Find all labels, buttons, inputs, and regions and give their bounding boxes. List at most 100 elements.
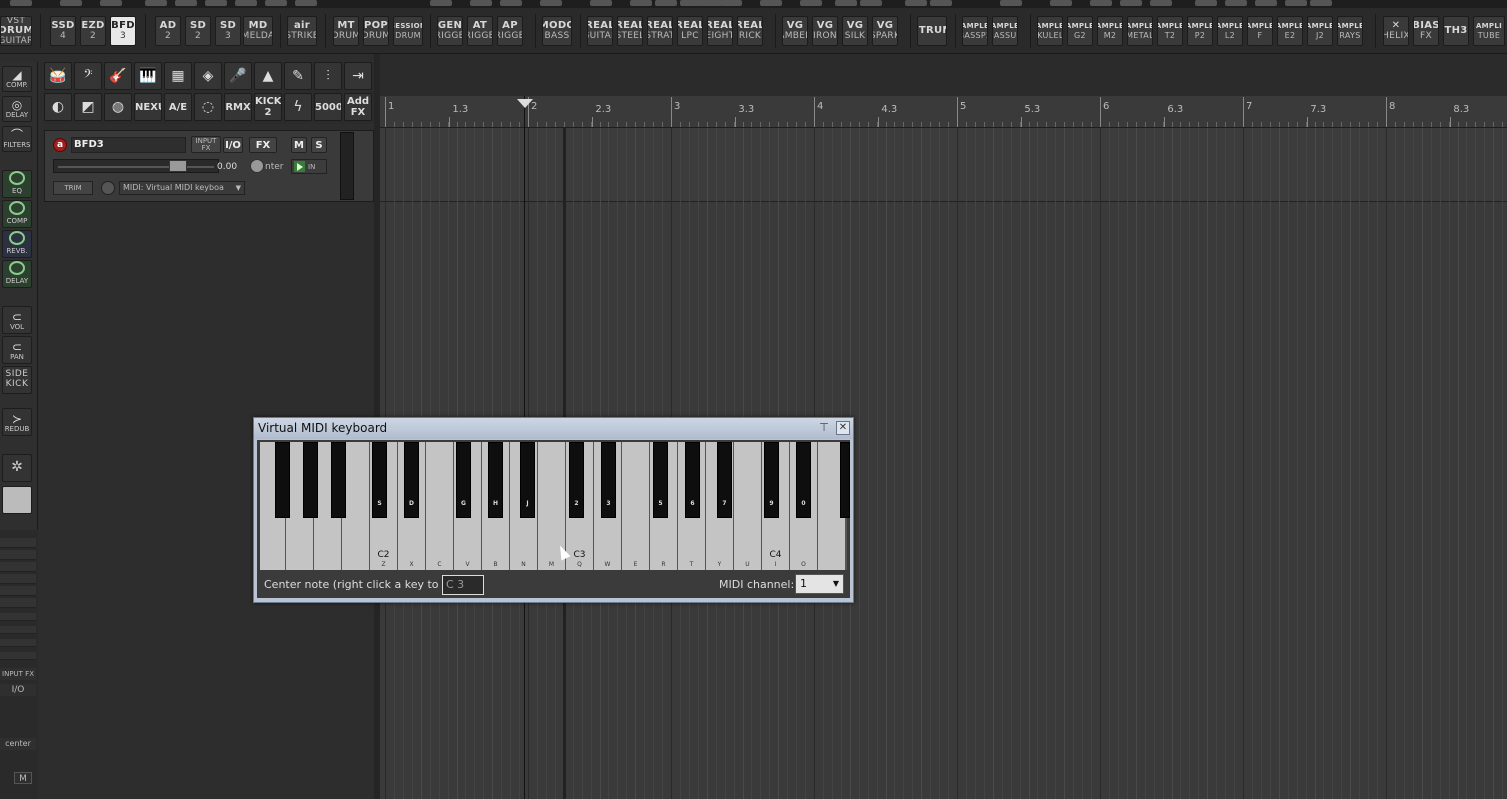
plugin-button-ample-p2[interactable]: AMPLE P2 <box>1187 16 1213 46</box>
top-toolbar-icon[interactable] <box>295 0 317 6</box>
instrument-icon[interactable]: ◍ <box>104 93 132 121</box>
plugin-button-vg-silk[interactable]: VG SILK <box>842 16 868 46</box>
plugin-button-ample-t2[interactable]: AMPLE T2 <box>1157 16 1183 46</box>
plugin-chip-icon[interactable] <box>2 486 32 514</box>
top-toolbar-icon[interactable] <box>800 0 822 6</box>
solo-button[interactable]: S <box>311 137 327 153</box>
top-toolbar-icon[interactable] <box>1285 0 1307 6</box>
fx-button[interactable]: FX <box>249 137 277 153</box>
white-key[interactable]: E <box>622 442 650 570</box>
instrument-icon[interactable]: KICK 2 <box>254 93 282 121</box>
top-toolbar-icon[interactable] <box>720 0 742 6</box>
instrument-icon[interactable]: A/E <box>164 93 192 121</box>
pin-icon[interactable]: ⊤ <box>817 421 831 435</box>
top-toolbar-icon[interactable] <box>1090 0 1112 6</box>
fx-button-comp-[interactable]: ◢ COMP. <box>2 66 32 92</box>
arrange-track-lane[interactable] <box>380 128 1507 202</box>
plugin-button-ezd-2[interactable]: EZD 2 <box>80 16 106 46</box>
top-toolbar-icon[interactable] <box>60 0 82 6</box>
black-key[interactable] <box>840 442 850 518</box>
mute-button[interactable]: M <box>14 772 32 784</box>
record-arm-button[interactable]: a <box>53 138 67 152</box>
black-key[interactable]: J <box>520 442 535 518</box>
timeline-ruler[interactable]: 1 1.3 2 2.3 3 3.3 4 4.3 5 5.3 6 6.3 7 7.3 8 8.3 <box>380 96 1507 128</box>
plugin-button-at-trigger[interactable]: ATTRIGGER <box>467 16 493 46</box>
top-toolbar-icon[interactable] <box>1120 0 1142 6</box>
top-toolbar-icon[interactable] <box>835 0 857 6</box>
fx-button-pan[interactable]: ⊂ PAN <box>2 336 32 364</box>
fx-button-delay[interactable]: DELAY <box>2 260 32 288</box>
instrument-icon[interactable]: 🥁 <box>44 62 72 90</box>
plugin-button-modo-bass[interactable]: MODOBASS <box>542 16 572 46</box>
white-key[interactable] <box>342 442 370 570</box>
top-toolbar-icon[interactable] <box>100 0 122 6</box>
top-toolbar-icon[interactable] <box>1050 0 1072 6</box>
top-toolbar-icon[interactable] <box>265 0 287 6</box>
plugin-button-ampli-tube[interactable]: AMPLI TUBE <box>1473 16 1505 46</box>
plugin-button-real-lpc[interactable]: REALLPC <box>677 16 703 46</box>
track-name[interactable]: BFD3 <box>71 137 186 153</box>
center-note-input[interactable]: C 3 <box>442 575 484 595</box>
white-key[interactable]: C <box>426 442 454 570</box>
instrument-icon[interactable]: 🎹 <box>134 62 162 90</box>
top-toolbar-icon[interactable] <box>1000 0 1022 6</box>
plugin-button-ample-metal[interactable]: AMPLE METAL <box>1127 16 1153 46</box>
volume-fader[interactable] <box>53 159 219 173</box>
top-toolbar-icon[interactable] <box>930 0 952 6</box>
plugin-button-real-rick[interactable]: REALRICK <box>737 16 763 46</box>
plugin-button-md-melda[interactable]: MD MELDA <box>243 16 273 46</box>
plugin-button-ample-bassp2[interactable]: AMPLEBASSP2 <box>962 16 988 46</box>
fx-button-delay[interactable]: ◎ DELAY <box>2 96 32 122</box>
plugin-button-session-drum[interactable]: SESSIONDRUM <box>393 16 423 46</box>
black-key[interactable] <box>331 442 346 518</box>
top-toolbar-icon[interactable] <box>1225 0 1247 6</box>
plugin-button-th3[interactable]: TH3 <box>1443 16 1469 46</box>
fx-button-comp[interactable]: COMP <box>2 200 32 228</box>
plugin-button-vg-iron[interactable]: VG IRON <box>812 16 838 46</box>
top-toolbar-icon[interactable] <box>1150 0 1172 6</box>
top-toolbar-icon[interactable] <box>630 0 652 6</box>
black-key[interactable]: 3 <box>601 442 616 518</box>
plugin-button-real-strat[interactable]: REALSTRAT <box>647 16 673 46</box>
top-toolbar-icon[interactable] <box>760 0 782 6</box>
fx-chain-icon[interactable]: ✲ <box>2 454 32 482</box>
instrument-icon[interactable]: ◌ <box>194 93 222 121</box>
instrument-icon[interactable]: 🎤 <box>224 62 252 90</box>
fx-button-redub[interactable]: ≻ REDUB <box>2 408 32 436</box>
top-toolbar-icon[interactable] <box>500 0 522 6</box>
plugin-button-real-steel[interactable]: REALSTEEL <box>617 16 643 46</box>
plugin-button-pop-drum[interactable]: POP DRUM <box>363 16 389 46</box>
top-toolbar-icon[interactable] <box>1255 0 1277 6</box>
instrument-icon[interactable]: ⫶ <box>314 62 342 90</box>
track-header-bfd3[interactable]: a BFD3 INPUT FX I/O FX M S 0.00 nter IN … <box>44 130 374 202</box>
plugin-button-bias-fx[interactable]: BIAS FX <box>1413 16 1439 46</box>
instrument-icon[interactable]: ✎ <box>284 62 312 90</box>
top-toolbar-icon[interactable] <box>905 0 927 6</box>
top-toolbar-icon[interactable] <box>860 0 882 6</box>
plugin-button-ssd-4[interactable]: SSD 4 <box>50 16 76 46</box>
top-toolbar-icon[interactable] <box>1310 0 1332 6</box>
instrument-icon[interactable]: ▦ <box>164 62 192 90</box>
top-toolbar-icon[interactable] <box>590 0 612 6</box>
io-button[interactable]: I/O <box>223 137 243 153</box>
mute-button[interactable]: M <box>291 137 307 153</box>
plugin-button-ample-g2[interactable]: AMPLE G2 <box>1067 16 1093 46</box>
top-toolbar-icon[interactable] <box>430 0 452 6</box>
top-toolbar-icon[interactable] <box>470 0 492 6</box>
black-key[interactable]: 2 <box>569 442 584 518</box>
instrument-icon[interactable]: 𝄢 <box>74 62 102 90</box>
black-key[interactable]: 6 <box>685 442 700 518</box>
input-fx-label[interactable]: INPUT FX <box>0 668 36 680</box>
plugin-button-vg-spark[interactable]: VGSPARK <box>872 16 898 46</box>
plugin-button-ample-m2[interactable]: AMPLE M2 <box>1097 16 1123 46</box>
plugin-button-ample-j2[interactable]: AMPLE J2 <box>1307 16 1333 46</box>
black-key[interactable]: D <box>404 442 419 518</box>
fx-button-vol[interactable]: ⊂ VOL <box>2 306 32 334</box>
playhead-marker-icon[interactable] <box>517 99 533 108</box>
plugin-button-ad-2[interactable]: AD 2 <box>155 16 181 46</box>
plugin-button-gen-trigger[interactable]: GENTRIGGER <box>437 16 463 46</box>
monitor-button[interactable]: IN <box>291 159 327 174</box>
fx-button-eq[interactable]: EQ <box>2 170 32 198</box>
top-toolbar-icon[interactable] <box>10 0 32 6</box>
top-toolbar-icon[interactable] <box>655 0 677 6</box>
